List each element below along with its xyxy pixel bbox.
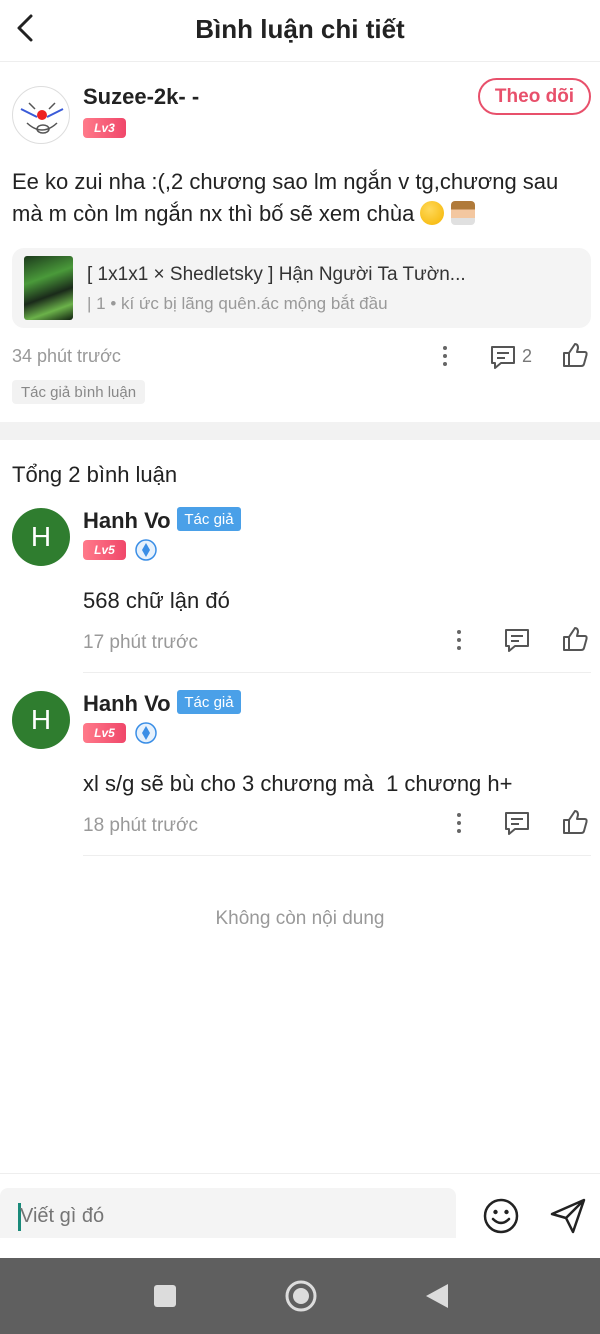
like-icon[interactable] — [561, 808, 589, 836]
comment-body: Ee ko zui nha :(,2 chương sao lm ngắn v … — [12, 169, 559, 226]
top-bar: Bình luận chi tiết — [0, 0, 600, 62]
author-commented-tag: Tác giả bình luận — [12, 380, 146, 404]
level-badge: Lv3 — [83, 118, 126, 138]
more-icon[interactable] — [453, 813, 465, 833]
book-card[interactable]: [ 1x1x1 × Shedletsky ] Hận Người Ta Tườn… — [12, 248, 591, 328]
comment-count: 2 — [522, 346, 533, 366]
username[interactable]: Hanh Vo — [83, 691, 171, 717]
verified-badge-icon — [135, 539, 157, 561]
total-comments: Tổng 2 bình luận — [12, 462, 178, 487]
back-nav-icon[interactable] — [424, 1282, 450, 1310]
avatar-doodle-icon — [20, 102, 64, 134]
send-icon[interactable] — [549, 1197, 587, 1235]
username[interactable]: Hanh Vo — [83, 508, 171, 534]
avatar[interactable]: H — [12, 508, 70, 566]
screen-corner — [0, 1238, 600, 1258]
like-icon[interactable] — [561, 625, 589, 653]
author-badge: Tác giả — [177, 507, 241, 531]
home-icon[interactable] — [284, 1279, 318, 1313]
person-emoji-icon — [450, 201, 475, 225]
system-nav-bar — [0, 1258, 600, 1334]
section-divider — [0, 422, 600, 440]
author-badge: Tác giả — [177, 690, 241, 714]
divider — [83, 672, 591, 673]
recent-apps-icon[interactable] — [152, 1283, 178, 1309]
level-badge: Lv5 — [83, 540, 126, 560]
more-icon[interactable] — [439, 346, 451, 366]
comment-text: 568 chữ lận đó — [83, 588, 230, 613]
timestamp: 17 phút trước — [83, 632, 198, 653]
emoji-icon[interactable] — [482, 1197, 520, 1235]
book-title: [ 1x1x1 × Shedletsky ] Hận Người Ta Tườn… — [87, 264, 466, 285]
more-icon[interactable] — [453, 630, 465, 650]
comment-text: xl s/g sẽ bù cho 3 chương mà 1 chương h+ — [83, 771, 513, 796]
shush-emoji-icon — [420, 201, 445, 225]
comment-input[interactable] — [20, 1205, 420, 1228]
comment-icon[interactable] — [503, 809, 531, 837]
book-cover — [24, 256, 73, 320]
comment-icon[interactable] — [503, 626, 531, 654]
book-chapter: | 1 • kí ức bị lãng quên.ác mộng bắt đầu — [87, 294, 388, 313]
end-of-list-text: Không còn nội dung — [215, 908, 385, 929]
timestamp: 34 phút trước — [12, 346, 121, 366]
verified-badge-icon — [135, 722, 157, 744]
avatar[interactable] — [12, 86, 70, 144]
like-icon[interactable] — [561, 341, 589, 369]
comment-text: Ee ko zui nha :(,2 chương sao lm ngắn v … — [12, 166, 592, 230]
comment-icon[interactable] — [489, 343, 517, 371]
username[interactable]: Suzee-2k- - — [83, 84, 199, 110]
avatar[interactable]: H — [12, 691, 70, 749]
divider — [83, 855, 591, 856]
follow-button[interactable]: Theo dõi — [478, 78, 591, 115]
level-badge: Lv5 — [83, 723, 126, 743]
timestamp: 18 phút trước — [83, 815, 198, 836]
page-title: Bình luận chi tiết — [195, 14, 405, 44]
